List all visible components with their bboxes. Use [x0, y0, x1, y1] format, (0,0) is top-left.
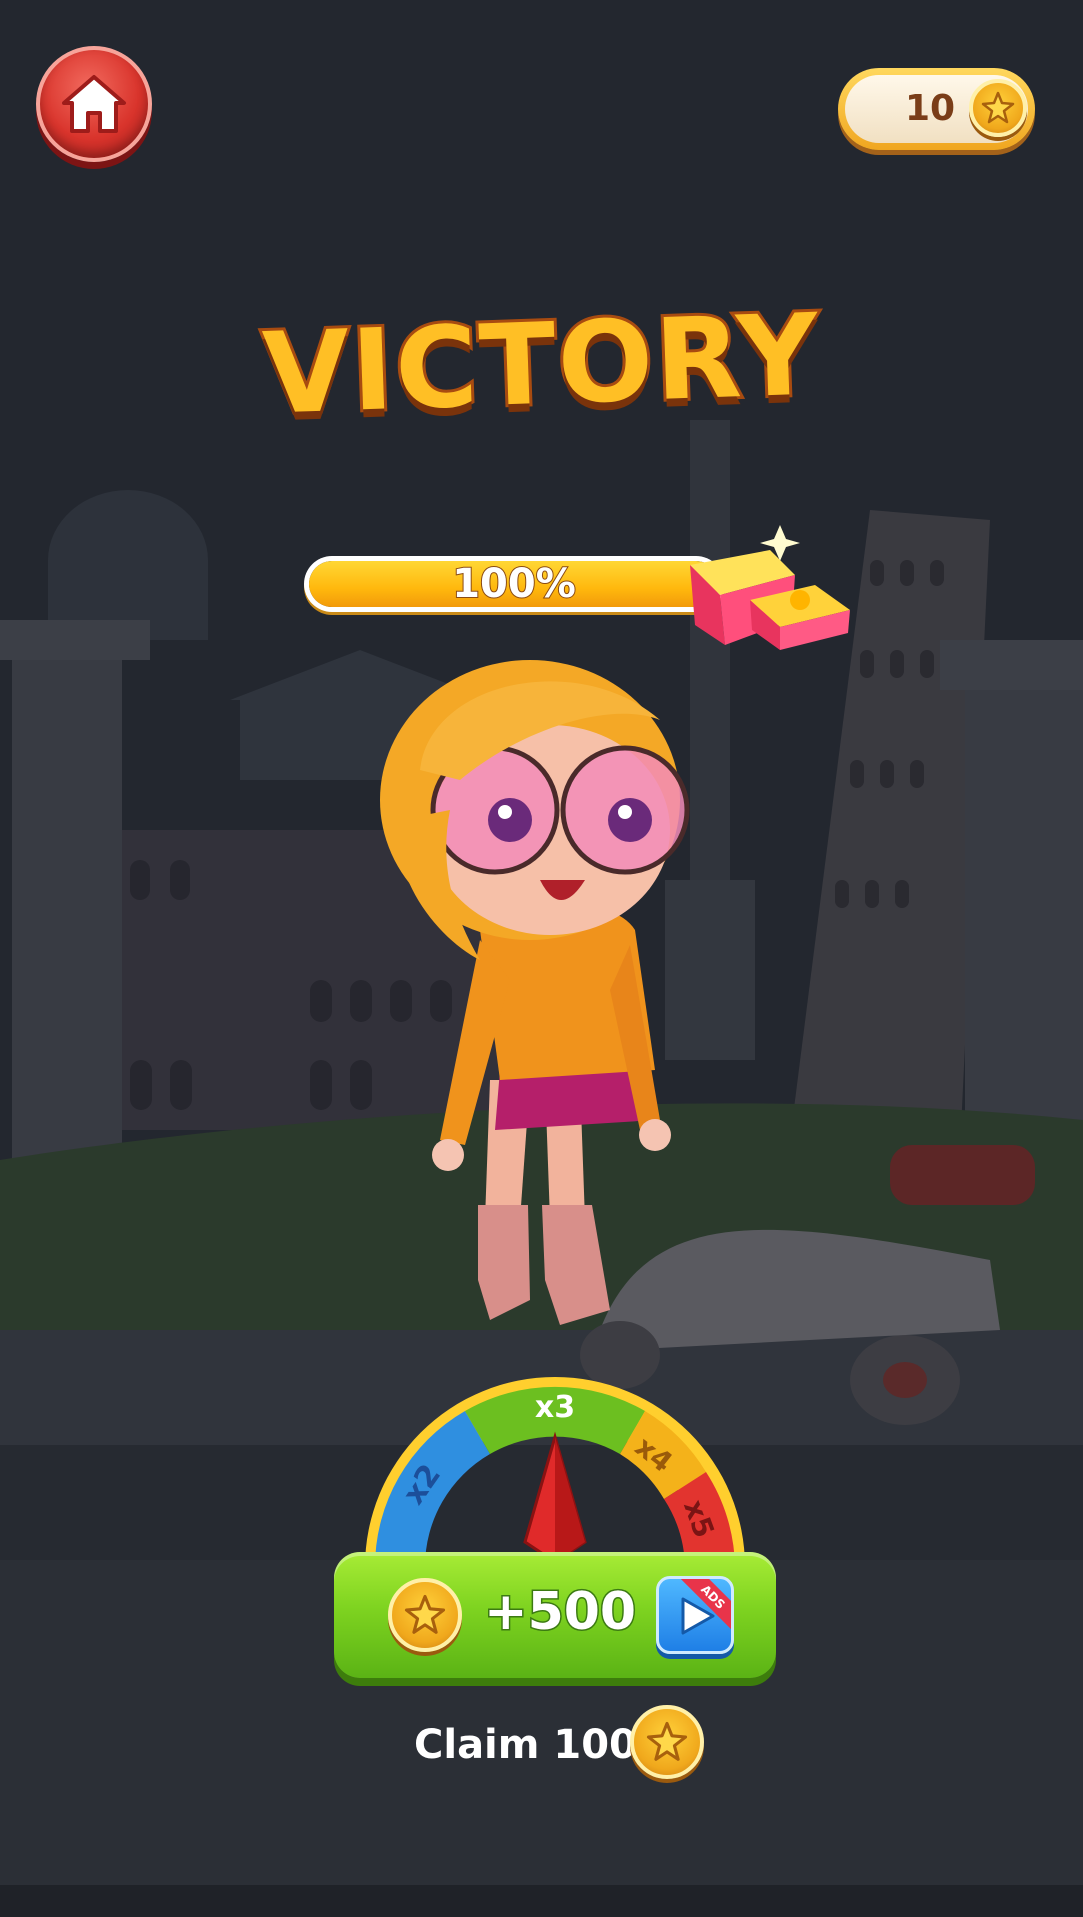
star-icon: [981, 91, 1015, 124]
girl-character: [380, 660, 690, 1325]
star-icon: [404, 1594, 446, 1634]
gift-box-icon: [690, 525, 850, 650]
claim-coin-icon[interactable]: [630, 1705, 704, 1779]
level-progress-bar: 100%: [304, 556, 724, 612]
progress-track: 100%: [309, 561, 719, 607]
home-button[interactable]: [36, 46, 152, 162]
star-coin-icon: [969, 79, 1027, 137]
watch-ad-badge: ADS: [656, 1576, 734, 1654]
multiplier-wheel: x2 x3 x4 x5: [365, 1377, 745, 1567]
star-coin-icon: [388, 1578, 462, 1652]
coin-counter: 10: [838, 68, 1035, 150]
coin-counter-panel: 10: [845, 75, 1028, 143]
claim-button-label[interactable]: Claim 100: [414, 1722, 637, 1768]
home-icon: [62, 75, 126, 133]
reward-ads-button[interactable]: +500 ADS: [334, 1552, 776, 1678]
game-scene: 10 VICTORY 100% x2 x3 x4 x5 +500 ADS Cla…: [0, 0, 1083, 1917]
star-icon: [646, 1721, 688, 1761]
reward-amount: +500: [482, 1581, 637, 1644]
progress-label: 100%: [451, 561, 577, 607]
coin-count: 10: [905, 88, 956, 129]
wheel-label-x3: x3: [535, 1390, 575, 1425]
red-pointer-icon: [523, 1431, 587, 1564]
